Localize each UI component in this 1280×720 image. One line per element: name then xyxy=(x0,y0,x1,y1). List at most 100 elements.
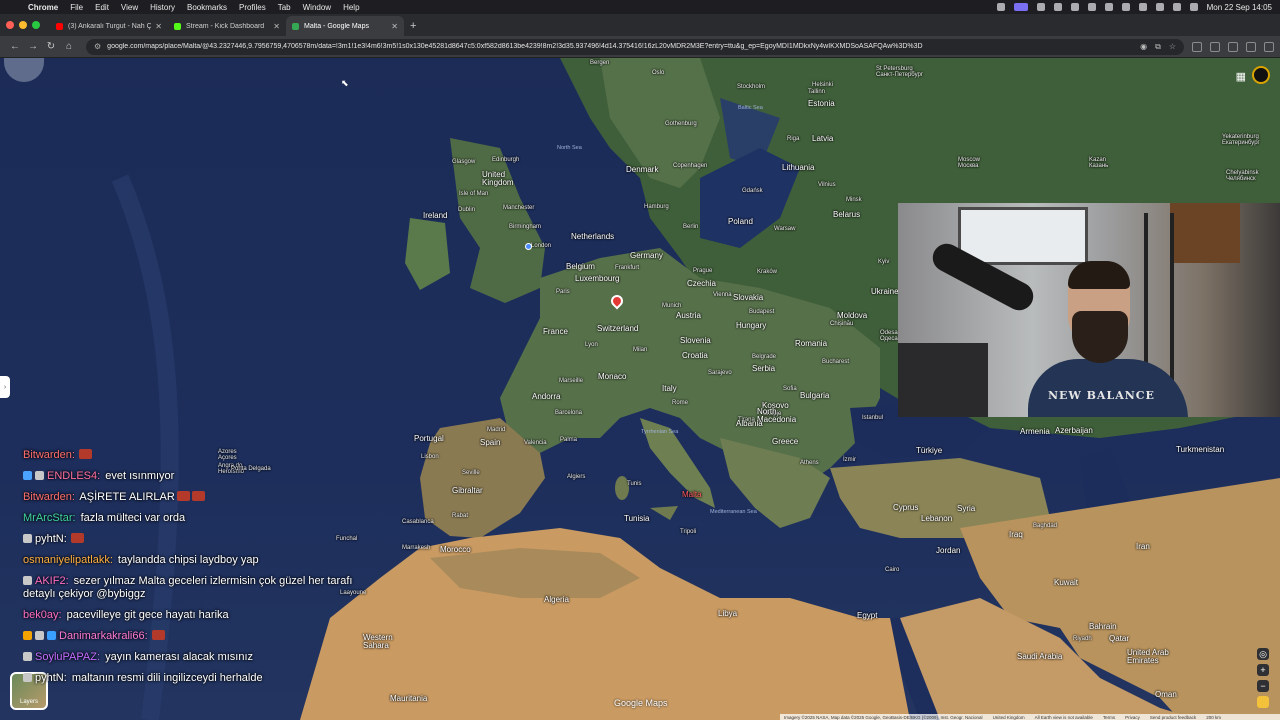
map-label-country[interactable]: Belgium xyxy=(566,262,595,271)
map-label-city[interactable]: Marseille xyxy=(559,378,583,384)
map-label-country[interactable]: Slovenia xyxy=(680,336,711,345)
chat-username[interactable]: ENDLES4: xyxy=(47,470,100,482)
map-label-city[interactable]: Helsinki xyxy=(812,82,833,88)
map-label-city[interactable]: Warsaw xyxy=(774,226,795,232)
chat-username[interactable]: Bitwarden: xyxy=(23,449,75,461)
map-label-country[interactable]: Andorra xyxy=(532,392,560,401)
map-label-country[interactable]: Bulgaria xyxy=(800,391,829,400)
extensions-puzzle-icon[interactable] xyxy=(1210,41,1220,52)
map-label-country[interactable]: Turkmenistan xyxy=(1176,445,1224,454)
map-label-country[interactable]: Ireland xyxy=(423,211,447,220)
minimize-window-button[interactable] xyxy=(19,21,27,29)
map-label-country[interactable]: Germany xyxy=(630,251,663,260)
map-label-country[interactable]: Monaco xyxy=(598,372,626,381)
zoom-window-button[interactable] xyxy=(32,21,40,29)
map-label-city[interactable]: Casablanca xyxy=(402,519,434,525)
recording-status-icon[interactable] xyxy=(1013,3,1028,11)
map-label-country[interactable]: Gibraltar xyxy=(452,486,483,495)
bluetooth-icon[interactable] xyxy=(1138,3,1147,11)
map-label-city[interactable]: Cairo xyxy=(885,567,899,573)
map-label-city[interactable]: Rome xyxy=(672,400,688,406)
map-label-country[interactable]: Portugal xyxy=(414,434,444,443)
map-label-city[interactable]: Prague xyxy=(693,268,712,274)
chat-username[interactable]: AKIF2: xyxy=(35,575,69,587)
map-label-city[interactable]: Valencia xyxy=(524,440,547,446)
map-label-city[interactable]: Oslo xyxy=(652,70,664,76)
url-text[interactable]: google.com/maps/place/Malta/@43.2327446,… xyxy=(107,43,1132,50)
map-label-city[interactable]: Gothenburg xyxy=(665,121,697,127)
map-label-country[interactable]: Italy xyxy=(662,384,677,393)
map-label-city[interactable]: Bucharest xyxy=(822,359,849,365)
chat-username[interactable]: pyhtN: xyxy=(35,672,67,684)
chat-username[interactable]: osmaniyelipatlakk: xyxy=(23,554,113,566)
map-label-sea[interactable]: Baltic Sea xyxy=(738,105,763,112)
map-label-sea[interactable]: North Sea xyxy=(557,145,582,152)
map-label-country[interactable]: Latvia xyxy=(812,134,833,143)
site-info-icon[interactable]: ⚙ xyxy=(94,42,101,51)
zoom-out-button[interactable]: − xyxy=(1257,680,1269,692)
map-label-city[interactable]: London xyxy=(531,243,551,249)
status-icon[interactable] xyxy=(996,3,1005,11)
map-label-country[interactable]: Ukraine xyxy=(871,287,899,296)
home-button[interactable]: ⌂ xyxy=(60,41,78,52)
bookmark-star-icon[interactable]: ☆ xyxy=(1169,42,1176,52)
map-label-city[interactable]: Sofia xyxy=(783,386,797,392)
map-label-country[interactable]: Kuwait xyxy=(1054,578,1078,587)
close-tab-icon[interactable]: ✕ xyxy=(273,22,280,31)
wifi-icon[interactable] xyxy=(1155,3,1164,11)
map-label-city[interactable]: Madrid xyxy=(487,427,505,433)
browser-tab-google-maps[interactable]: Malta - Google Maps ✕ xyxy=(286,16,404,36)
map-label-sea[interactable]: Mediterranean Sea xyxy=(710,509,757,516)
address-bar[interactable]: ⚙ google.com/maps/place/Malta/@43.232744… xyxy=(86,38,1184,55)
map-label-country[interactable]: Oman xyxy=(1155,690,1177,699)
location-icon[interactable]: ◉ xyxy=(1140,42,1147,52)
map-label-city[interactable]: Marrakesh xyxy=(402,545,430,551)
menu-window[interactable]: Window xyxy=(303,3,331,12)
map-label-country[interactable]: Türkiye xyxy=(916,446,942,455)
menu-history[interactable]: History xyxy=(150,3,175,12)
google-apps-icon[interactable]: ▦ xyxy=(1236,70,1246,83)
chat-username[interactable]: Bitwarden: xyxy=(23,491,75,503)
scale-bar[interactable]: 200 km xyxy=(1206,715,1221,720)
map-label-city[interactable]: Vienna xyxy=(713,292,732,298)
map-label-city[interactable]: Vilnius xyxy=(818,182,836,188)
map-label-city[interactable]: Baghdad xyxy=(1033,523,1057,529)
map-label-country[interactable]: Iraq xyxy=(1009,530,1023,539)
map-label-country[interactable]: Qatar xyxy=(1109,634,1129,643)
map-label-city[interactable]: Lyon xyxy=(585,342,598,348)
chat-username[interactable]: bek0ay: xyxy=(23,609,62,621)
map-label-city[interactable]: Budapest xyxy=(749,309,774,315)
map-label-sea[interactable]: Tyrrhenian Sea xyxy=(641,429,678,436)
map-label-city[interactable]: Tripoli xyxy=(680,529,696,535)
menu-profiles[interactable]: Profiles xyxy=(239,3,266,12)
map-label-city[interactable]: Yekaterinburg Екатеринбург xyxy=(1222,134,1260,147)
map-label-city[interactable]: Tunis xyxy=(627,481,641,487)
map-label-city[interactable]: Milan xyxy=(633,347,647,353)
map-label-country[interactable]: Albania xyxy=(736,419,763,428)
menu-file[interactable]: File xyxy=(70,3,83,12)
reload-button[interactable]: ↻ xyxy=(42,41,60,52)
map-label-country[interactable]: Czechia xyxy=(687,279,716,288)
map-label-country[interactable]: Morocco xyxy=(440,545,471,554)
map-label-country[interactable]: United Kingdom xyxy=(482,170,514,188)
search-icon[interactable] xyxy=(1172,3,1181,11)
map-label-city[interactable]: Bergen xyxy=(590,60,609,66)
map-label-country[interactable]: Lebanon xyxy=(921,514,952,523)
browser-tab-youtube[interactable]: (3) Ankaralı Turgut - Nah Çek... ✕ xyxy=(50,16,168,36)
map-label-country[interactable]: Luxembourg xyxy=(575,274,619,283)
locate-me-button[interactable]: ◎ xyxy=(1257,648,1269,660)
account-avatar[interactable] xyxy=(1252,66,1270,84)
map-label-city[interactable]: Frankfurt xyxy=(615,265,639,271)
map-label-city[interactable]: Kyiv xyxy=(878,259,889,265)
map-label-city[interactable]: Odesa Одеса xyxy=(880,330,898,343)
map-label-country[interactable]: Armenia xyxy=(1020,427,1050,436)
map-label-country[interactable]: Bahrain xyxy=(1089,622,1117,631)
map-label-city[interactable]: Lisbon xyxy=(421,454,439,460)
map-label-country[interactable]: Greece xyxy=(772,437,798,446)
map-label-country[interactable]: Austria xyxy=(676,311,701,320)
map-label-city[interactable]: İzmir xyxy=(843,457,856,463)
status-icon[interactable] xyxy=(1070,3,1079,11)
map-label-country[interactable]: Azerbaijan xyxy=(1055,426,1093,435)
apple-icon[interactable] xyxy=(8,2,18,12)
map-label-city[interactable]: Copenhagen xyxy=(673,163,707,169)
